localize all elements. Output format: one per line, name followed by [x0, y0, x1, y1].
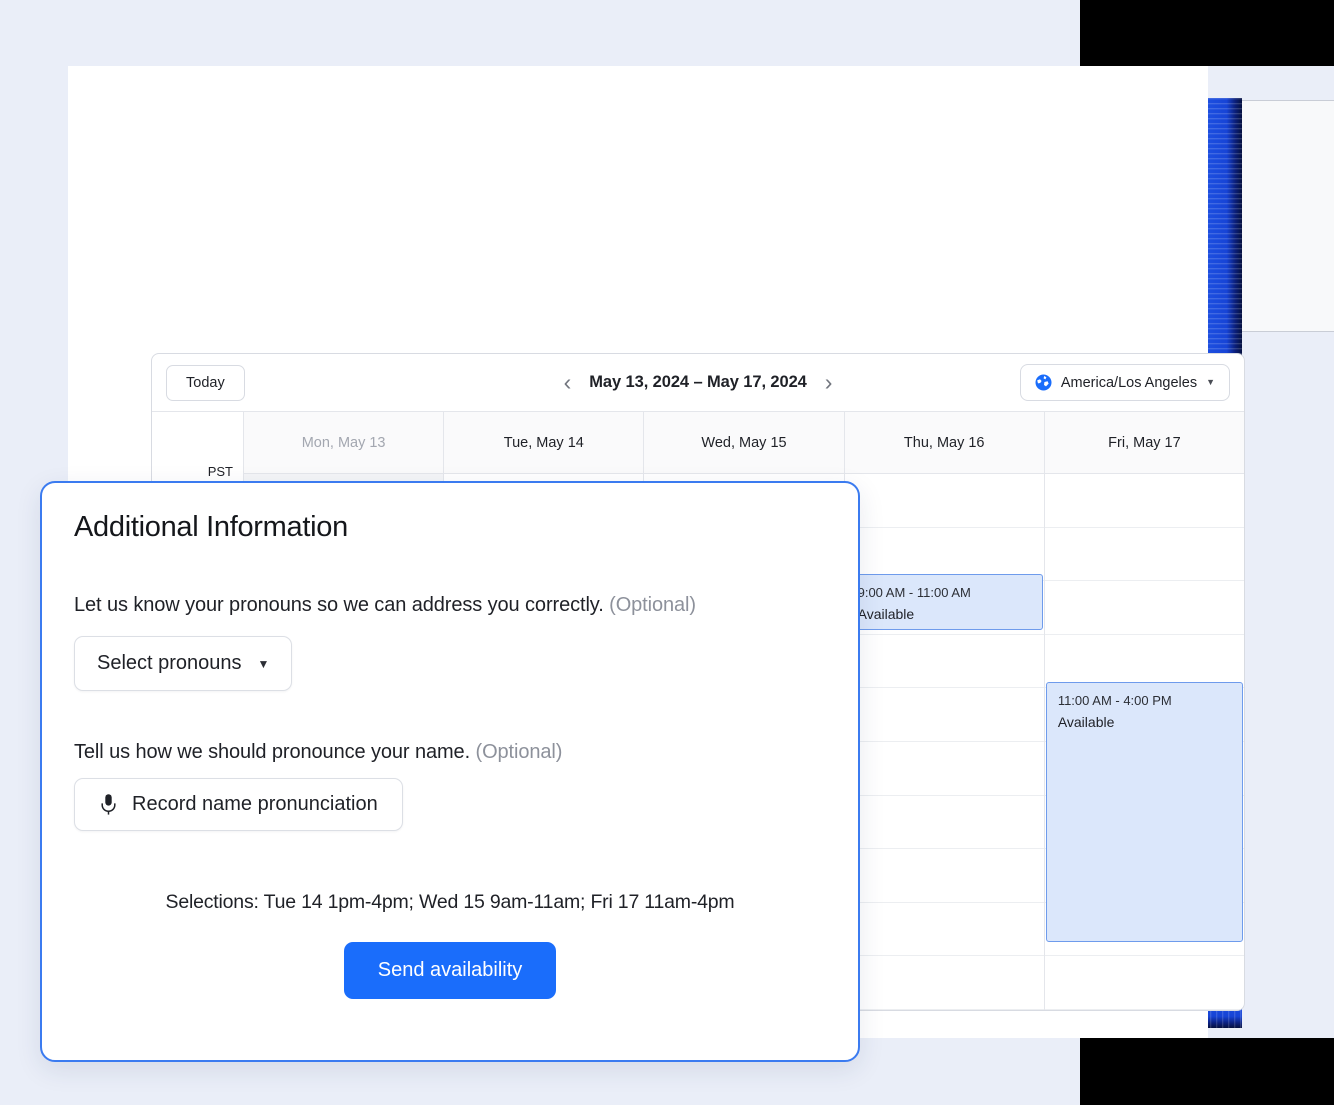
calendar-time-slot[interactable] — [845, 688, 1044, 742]
availability-event-time: 11:00 AM - 4:00 PM — [1058, 692, 1231, 709]
additional-information-modal: Additional Information Let us know your … — [40, 481, 860, 1062]
calendar-day-header: Wed, May 15 — [644, 412, 843, 474]
microphone-icon — [99, 793, 118, 816]
calendar-slot-stack: 11:00 AM - 4:00 PM Available — [1045, 474, 1244, 1010]
calendar-day-column[interactable]: Thu, May 16 9:00 AM - 11:00 AM Available — [845, 412, 1045, 1010]
corner-block-bottom-right — [1080, 1038, 1334, 1105]
today-button[interactable]: Today — [166, 365, 245, 401]
availability-event[interactable]: 11:00 AM - 4:00 PM Available — [1046, 682, 1243, 942]
chevron-left-icon[interactable]: ‹ — [564, 371, 572, 394]
calendar-day-header: Fri, May 17 — [1045, 412, 1244, 474]
calendar-time-slot[interactable] — [845, 903, 1044, 957]
pronunciation-optional-tag: (Optional) — [470, 741, 562, 763]
chevron-right-icon[interactable]: › — [825, 371, 833, 394]
calendar-time-slot[interactable] — [845, 474, 1044, 528]
availability-event-time: 9:00 AM - 11:00 AM — [858, 584, 1031, 601]
pronunciation-question-label: Tell us how we should pronounce your nam… — [74, 741, 826, 764]
record-name-pronunciation-button[interactable]: Record name pronunciation — [74, 778, 403, 831]
calendar-time-slot[interactable] — [1045, 474, 1244, 528]
chevron-down-icon: ▼ — [1206, 378, 1215, 387]
calendar-time-slot[interactable] — [1045, 956, 1244, 1010]
pronouns-question-text: Let us know your pronouns so we can addr… — [74, 594, 604, 616]
availability-event-title: Available — [1058, 712, 1231, 732]
calendar-time-slot[interactable] — [845, 742, 1044, 796]
availability-event-title: Available — [858, 604, 1031, 624]
modal-title: Additional Information — [74, 511, 826, 544]
pronunciation-question-text: Tell us how we should pronounce your nam… — [74, 741, 470, 763]
calendar-time-slot[interactable] — [1045, 528, 1244, 582]
calendar-time-slot[interactable] — [845, 635, 1044, 689]
date-range-label: May 13, 2024 – May 17, 2024 — [589, 373, 806, 392]
timezone-label: America/Los Angeles — [1061, 375, 1197, 391]
timezone-selector[interactable]: America/Los Angeles ▼ — [1020, 364, 1230, 401]
pronouns-select[interactable]: Select pronouns ▼ — [74, 636, 292, 691]
calendar-time-slot[interactable] — [1045, 581, 1244, 635]
pronouns-optional-tag: (Optional) — [604, 594, 696, 616]
scheduler-toolbar: Today ‹ May 13, 2024 – May 17, 2024 › Am… — [152, 354, 1244, 411]
record-button-label: Record name pronunciation — [132, 793, 378, 816]
pronouns-select-value: Select pronouns — [97, 652, 242, 675]
send-availability-button[interactable]: Send availability — [344, 942, 557, 999]
calendar-time-slot[interactable] — [845, 849, 1044, 903]
availability-event[interactable]: 9:00 AM - 11:00 AM Available — [846, 574, 1043, 630]
calendar-day-header: Tue, May 14 — [444, 412, 643, 474]
calendar-slot-stack: 9:00 AM - 11:00 AM Available — [845, 474, 1044, 1010]
calendar-time-slot[interactable] — [845, 796, 1044, 850]
calendar-day-header: Mon, May 13 — [244, 412, 443, 474]
globe-icon — [1035, 374, 1052, 391]
calendar-day-column[interactable]: Fri, May 17 11:00 AM - 4:00 PM Available — [1045, 412, 1244, 1010]
selections-summary: Selections: Tue 14 1pm-4pm; Wed 15 9am-1… — [74, 891, 826, 914]
calendar-time-slot[interactable] — [845, 956, 1044, 1010]
chevron-down-icon: ▼ — [258, 658, 270, 670]
corner-block-top-right — [1080, 0, 1334, 66]
calendar-day-header: Thu, May 16 — [845, 412, 1044, 474]
pronouns-question-label: Let us know your pronouns so we can addr… — [74, 594, 826, 617]
timezone-abbrev-label: PST — [208, 464, 233, 479]
calendar-time-slot[interactable] — [1045, 635, 1244, 689]
